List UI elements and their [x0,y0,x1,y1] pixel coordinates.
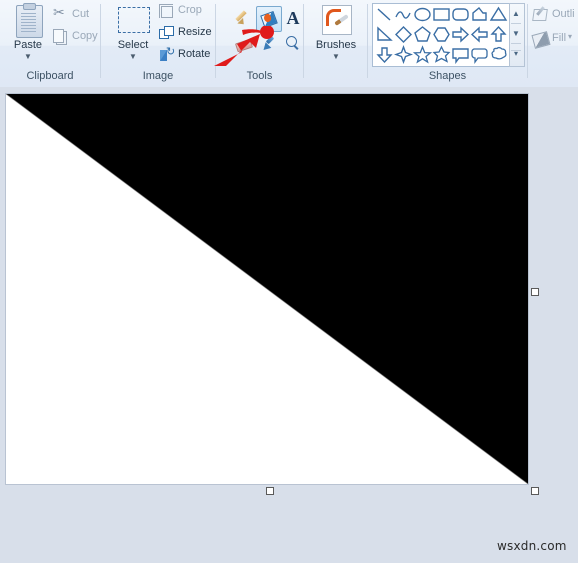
clipboard-lines [21,13,36,32]
text-tool[interactable]: A [281,6,305,30]
clipboard-icon [16,3,43,38]
brushes-button[interactable]: Brushes ▼ [310,3,362,65]
brushes-label: Brushes [315,39,357,51]
crop-button[interactable]: Crop [158,2,214,22]
shape-up-arrow[interactable] [489,25,508,44]
shape-hexagon[interactable] [432,25,451,44]
crop-label: Crop [178,4,202,16]
fill-with-color-tool[interactable] [256,6,282,32]
cut-button[interactable]: Cut [52,4,100,26]
shapes-gallery[interactable] [372,3,510,67]
group-label-shapes: Shapes [428,70,467,82]
shape-curve[interactable] [394,5,413,24]
scissors-icon [52,4,68,23]
crop-icon [158,3,174,19]
magnifier-tool[interactable] [281,32,305,56]
shape-right-triangle[interactable] [375,25,394,44]
magnifier-icon [285,35,301,51]
shape-rounded-callout[interactable] [470,45,489,64]
shape-triangle[interactable] [489,5,508,24]
shape-rounded-rectangle[interactable] [451,5,470,24]
resize-label: Resize [178,26,212,38]
chevron-down-icon[interactable]: ▾ [568,32,572,41]
copy-label: Copy [72,30,98,42]
group-separator [100,4,101,78]
group-separator [527,4,528,78]
group-label-image: Image [142,70,174,82]
color-picker-tool[interactable] [256,32,280,56]
shapes-scroll-down-button[interactable]: ▼ [510,24,522,43]
ribbon-body: Paste ▼ Cut Copy Select ▼ Crop Resize Ro… [0,0,578,78]
ribbon: Paste ▼ Cut Copy Select ▼ Crop Resize Ro… [0,0,578,88]
rotate-button[interactable]: Rotate [158,45,214,66]
selection-rectangle-icon [118,7,150,33]
eraser-icon [236,38,252,50]
shapes-more-button[interactable]: ▾ [510,44,522,63]
canvas-wrapper [5,93,539,495]
watermark: wsxdn.com [497,539,567,553]
resize-button[interactable]: Resize [158,24,214,44]
paste-button[interactable]: Paste ▼ [6,3,50,65]
shape-right-arrow[interactable] [451,25,470,44]
select-label: Select [117,39,149,51]
drawing-canvas[interactable] [5,93,529,485]
shape-left-arrow[interactable] [470,25,489,44]
outline-pen-icon [532,6,549,23]
pencil-icon [236,9,252,25]
chevron-down-icon[interactable]: ▼ [110,53,156,61]
shape-oval[interactable] [413,5,432,24]
group-label-tools: Tools [246,70,273,82]
canvas-resize-handle-right[interactable] [531,288,539,296]
shapes-scroll-up-button[interactable]: ▲ [510,4,522,23]
chevron-down-icon[interactable]: ▼ [310,53,362,61]
shape-rectangular-callout[interactable] [451,45,470,64]
eraser-tool[interactable] [232,32,256,56]
outline-label: Outli [552,8,575,20]
scroll-divider [511,50,521,51]
copy-button[interactable]: Copy [52,28,100,48]
eyedropper-icon [260,35,276,52]
shape-six-point-star[interactable] [432,45,451,64]
rotate-label: Rotate [178,48,211,60]
cut-label: Cut [72,8,90,20]
workspace [0,87,578,563]
shape-down-arrow[interactable] [375,45,394,64]
paint-bucket-icon [260,10,278,28]
fill-swatch-icon [531,30,551,49]
shape-four-point-star[interactable] [394,45,413,64]
shape-polygon[interactable] [470,5,489,24]
shape-pentagon[interactable] [413,25,432,44]
black-triangle-shape [6,94,528,484]
outline-button[interactable]: Outli [532,4,578,26]
chevron-down-icon[interactable]: ▼ [6,53,50,61]
shape-rectangle[interactable] [432,5,451,24]
shape-five-point-star[interactable] [413,45,432,64]
group-label-clipboard: Clipboard [26,70,74,82]
group-separator [215,4,216,78]
shape-cloud-callout[interactable] [489,45,508,64]
rotate-icon [158,45,175,63]
copy-icon [52,29,68,45]
fill-label: Fill [552,32,567,44]
select-button[interactable]: Select ▼ [110,3,156,65]
text-a-icon: A [286,8,300,28]
resize-icon [158,25,174,41]
shape-diamond[interactable] [394,25,413,44]
pencil-tool[interactable] [232,6,256,30]
paste-label: Paste [13,39,43,51]
ribbon-group-labels: Clipboard Image Tools Shapes [0,68,578,86]
shapes-scrollbar[interactable]: ▲ ▼ ▾ [509,3,525,67]
canvas-resize-handle-corner[interactable] [531,487,539,495]
paintbrush-icon [322,5,352,35]
group-separator [367,4,368,78]
canvas-resize-handle-bottom[interactable] [266,487,274,495]
shape-line[interactable] [375,5,394,24]
